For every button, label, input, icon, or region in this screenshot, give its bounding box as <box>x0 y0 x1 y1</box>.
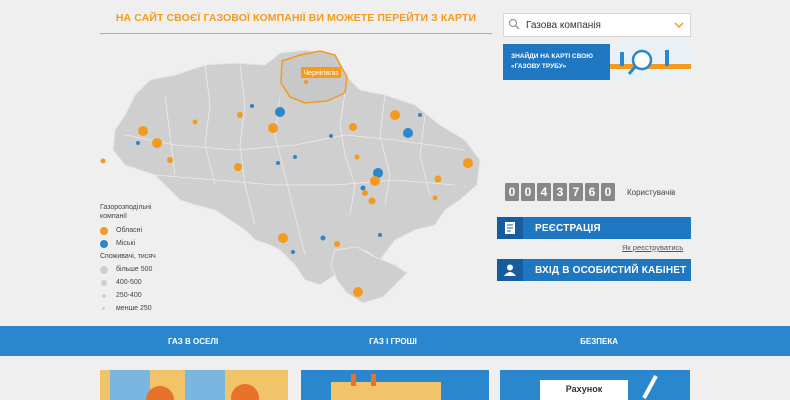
marker-regional[interactable] <box>138 126 148 136</box>
marker-city[interactable] <box>136 141 140 145</box>
page: НА САЙТ СВОЄЇ ГАЗОВОЇ КОМПАНІЇ ВИ МОЖЕТЕ… <box>0 0 790 400</box>
register-button[interactable]: РЕЄСТРАЦІЯ <box>497 217 691 239</box>
company-select-value: Газова компанія <box>526 19 601 31</box>
marker-regional[interactable] <box>362 190 368 196</box>
marker-city[interactable] <box>403 128 413 138</box>
counter-digit: 0 <box>601 183 615 201</box>
gray-dot-large-icon <box>100 265 108 274</box>
bill-label: Рахунок <box>540 380 628 400</box>
orange-dot-icon <box>100 226 108 235</box>
login-button-label: ВХІД В ОСОБИСТИЙ КАБІНЕТ <box>535 264 687 276</box>
magnifier-pipe-icon <box>610 44 691 80</box>
marker-city[interactable] <box>320 235 326 241</box>
marker-regional[interactable] <box>152 138 162 148</box>
find-pipe-banner[interactable]: ЗНАЙДИ НА КАРТІ СВОЮ «ГАЗОВУ ТРУБУ» <box>503 44 691 80</box>
marker-regional[interactable] <box>237 112 243 118</box>
marker-city[interactable] <box>250 104 254 108</box>
legend-size: більше 500 <box>116 266 153 273</box>
region-tooltip-label: Чернігівгаз <box>303 69 338 77</box>
marker-regional[interactable] <box>192 119 198 125</box>
nav-safety[interactable]: БЕЗПЕКА <box>468 326 790 356</box>
marker-city[interactable] <box>291 250 295 254</box>
marker-regional[interactable] <box>268 123 278 133</box>
marker-regional[interactable] <box>167 157 173 163</box>
map-title: НА САЙТ СВОЄЇ ГАЗОВОЇ КОМПАНІЇ ВИ МОЖЕТЕ… <box>100 12 492 34</box>
gray-dot-medium-icon <box>101 279 107 286</box>
map-legend: Газорозподільні компанії Обласні Міські … <box>100 203 156 315</box>
legend-consumers-heading: Споживачі, тисяч <box>100 253 156 260</box>
blue-dot-icon <box>100 239 108 248</box>
crimea-region[interactable] <box>330 246 408 304</box>
marker-city[interactable] <box>418 113 422 117</box>
calendar-icon <box>331 374 441 400</box>
legend-city: Міські <box>116 240 136 247</box>
counter-digit: 7 <box>569 183 583 201</box>
legend-size: 400-500 <box>116 279 142 286</box>
counter-digit: 6 <box>585 183 599 201</box>
marker-regional[interactable] <box>390 110 400 120</box>
counter-digit: 0 <box>505 183 519 201</box>
marker-regional[interactable] <box>100 158 106 164</box>
how-to-register-link[interactable]: Як реєструватись <box>622 243 683 252</box>
counter-label: Користувачів <box>627 187 676 197</box>
marker-regional[interactable] <box>432 195 438 201</box>
search-icon <box>508 18 526 33</box>
gray-dot-tiny-icon <box>102 307 105 310</box>
main-nav: ГАЗ В ОСЕЛІ ГАЗ І ГРОШІ БЕЗПЕКА <box>0 326 790 356</box>
nav-gas-at-home[interactable]: ГАЗ В ОСЕЛІ <box>0 326 318 356</box>
banner-line1: ЗНАЙДИ НА КАРТІ СВОЮ <box>511 53 593 60</box>
marker-city[interactable] <box>378 233 382 237</box>
pen-icon <box>642 375 658 399</box>
banner-line2: «ГАЗОВУ ТРУБУ» <box>511 63 567 70</box>
legend-heading-line2: компанії <box>100 213 127 220</box>
marker-regional[interactable] <box>349 123 357 131</box>
counter-digit: 3 <box>553 183 567 201</box>
user-counter: 0 0 4 3 7 6 0 Користувачів <box>505 183 675 201</box>
marker-regional[interactable] <box>278 233 288 243</box>
legend-size: менше 250 <box>116 305 152 312</box>
marker-regional[interactable] <box>353 287 363 297</box>
nav-gas-and-money[interactable]: ГАЗ І ГРОШІ <box>318 326 468 356</box>
promo-card-bill[interactable]: Рахунок <box>500 370 690 400</box>
marker-regional[interactable] <box>463 158 473 168</box>
marker-regional[interactable] <box>370 176 380 186</box>
legend-regional: Обласні <box>116 227 143 234</box>
marker-regional[interactable] <box>434 175 442 183</box>
legend-heading-line1: Газорозподільні <box>100 204 152 211</box>
chevron-down-icon[interactable] <box>674 20 684 31</box>
marker-city[interactable] <box>275 107 285 117</box>
marker-regional[interactable] <box>334 241 340 247</box>
legend-size: 250-400 <box>116 292 142 299</box>
marker-city[interactable] <box>276 161 280 165</box>
user-icon <box>497 259 523 281</box>
marker-city[interactable] <box>329 134 333 138</box>
promo-card-home[interactable] <box>100 370 288 400</box>
counter-digit: 0 <box>521 183 535 201</box>
register-button-label: РЕЄСТРАЦІЯ <box>535 222 601 234</box>
promo-card-money[interactable] <box>301 370 489 400</box>
marker-regional[interactable] <box>234 163 242 171</box>
login-cabinet-button[interactable]: ВХІД В ОСОБИСТИЙ КАБІНЕТ <box>497 259 691 281</box>
counter-digit: 4 <box>537 183 551 201</box>
marker-city[interactable] <box>293 155 297 159</box>
document-icon <box>497 217 523 239</box>
gray-dot-small-icon <box>102 293 106 298</box>
company-select[interactable]: Газова компанія <box>503 13 691 37</box>
marker-regional[interactable] <box>368 197 376 205</box>
marker-city[interactable] <box>360 185 366 191</box>
marker-regional[interactable] <box>354 154 360 160</box>
illustration-people-icon <box>110 370 259 400</box>
